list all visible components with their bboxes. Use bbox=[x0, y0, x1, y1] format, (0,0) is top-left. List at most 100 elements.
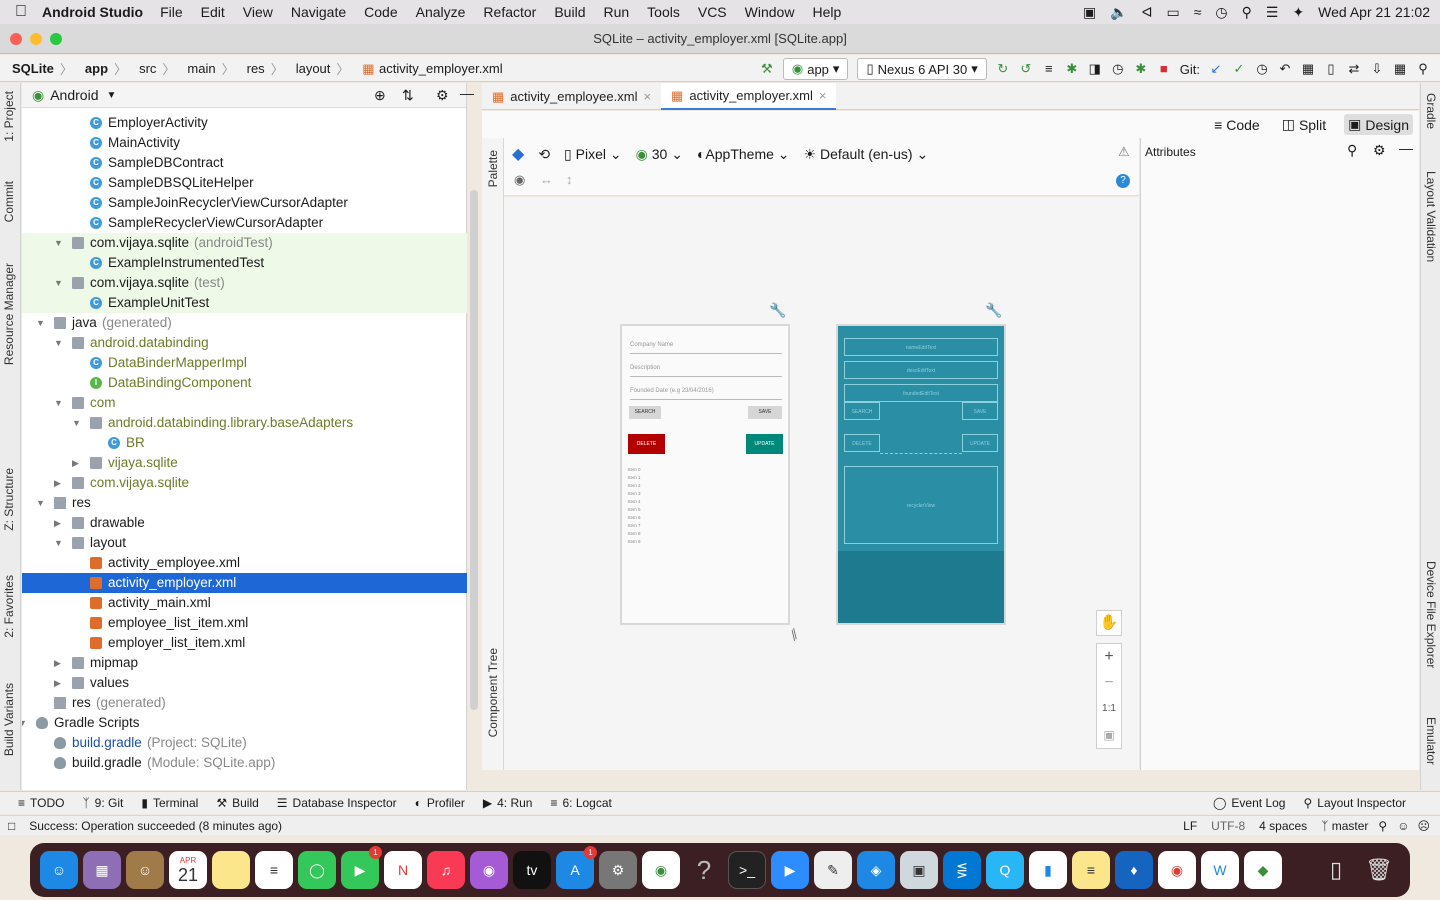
tree-row[interactable]: C DataBinderMapperImpl bbox=[22, 353, 467, 373]
podcasts-icon[interactable]: ◉ bbox=[470, 851, 508, 889]
wrench-icon[interactable]: 🔧 bbox=[985, 302, 1002, 319]
tab-activity-employer[interactable]: ▦ activity_employer.xml × bbox=[661, 83, 837, 110]
siri-icon[interactable]: ✦ bbox=[1292, 4, 1304, 21]
menu-edit[interactable]: Edit bbox=[201, 4, 225, 20]
expanded-arrow-icon[interactable]: ▼ bbox=[54, 393, 63, 413]
debug-icon[interactable]: ✱ bbox=[1065, 62, 1079, 76]
launchpad-icon[interactable]: ▦ bbox=[83, 851, 121, 889]
zoom-in-button[interactable]: + bbox=[1097, 644, 1121, 670]
apply-code-changes-icon[interactable]: ↺ bbox=[1019, 62, 1033, 76]
battery-icon[interactable]: ▭ bbox=[1166, 4, 1179, 21]
sad-face-icon[interactable]: ☹ bbox=[1417, 819, 1430, 833]
indent-setting[interactable]: 4 spaces bbox=[1259, 819, 1307, 833]
tree-row[interactable]: C BR bbox=[22, 433, 467, 453]
tool-build[interactable]: ⚒ Build bbox=[216, 796, 258, 810]
tree-row[interactable]: ▶ values bbox=[22, 673, 467, 693]
numbers-icon[interactable]: ▮ bbox=[1029, 851, 1067, 889]
tree-row[interactable]: res (generated) bbox=[22, 693, 467, 713]
menu-code[interactable]: Code bbox=[364, 4, 397, 20]
project-structure-icon[interactable]: ▦ bbox=[1301, 62, 1315, 76]
bp-search-button[interactable]: SEARCH bbox=[844, 402, 880, 420]
tool-build-variants[interactable]: Build Variants bbox=[2, 683, 16, 756]
run-config-select[interactable]: ◉ app ▾ bbox=[782, 58, 849, 80]
bluetooth-icon[interactable]: ᐊ bbox=[1142, 4, 1153, 21]
textedit-icon[interactable]: ✎ bbox=[814, 851, 852, 889]
status-square-icon[interactable]: □ bbox=[8, 819, 15, 833]
eye-icon[interactable]: ◉ bbox=[514, 172, 525, 188]
tree-row[interactable]: ▶ mipmap bbox=[22, 653, 467, 673]
collapse-all-icon[interactable]: ⇅ bbox=[402, 87, 414, 104]
zoom-actual-button[interactable]: 1:1 bbox=[1097, 696, 1121, 722]
git-history-icon[interactable]: ◷ bbox=[1255, 62, 1269, 76]
tool-database-inspector[interactable]: ☰ Database Inspector bbox=[277, 796, 397, 810]
palette-tab[interactable]: Palette bbox=[486, 150, 500, 187]
collapsed-arrow-icon[interactable]: ▶ bbox=[54, 653, 61, 673]
line-separator[interactable]: LF bbox=[1183, 819, 1197, 833]
calendar-icon[interactable]: APR 21 bbox=[169, 851, 207, 889]
system-preferences-icon[interactable]: ⚙ bbox=[599, 851, 637, 889]
android-studio-running-icon[interactable]: ◆ bbox=[1244, 851, 1282, 889]
facetime-icon[interactable]: ▶ 1 bbox=[341, 846, 382, 889]
tool-layout-validation[interactable]: Layout Validation bbox=[1424, 171, 1438, 262]
collapsed-arrow-icon[interactable]: ▶ bbox=[54, 673, 61, 693]
tool-resource-manager[interactable]: Resource Manager bbox=[2, 263, 16, 365]
split-mode-button[interactable]: ◫ Split bbox=[1278, 114, 1330, 135]
delete-button[interactable]: DELETE bbox=[628, 434, 665, 454]
tree-row[interactable]: ▼ layout bbox=[22, 533, 467, 553]
bp-recycler-view[interactable]: recyclerView bbox=[844, 466, 998, 544]
expanded-arrow-icon[interactable]: ▼ bbox=[54, 333, 63, 353]
blueprint-preview[interactable]: nameEditText descEditText foundedEditTex… bbox=[836, 324, 1006, 625]
device-select[interactable]: ▯ Pixel ⌄ bbox=[564, 146, 622, 163]
menu-window[interactable]: Window bbox=[745, 4, 795, 20]
menu-tools[interactable]: Tools bbox=[647, 4, 680, 20]
layers-icon[interactable]: ◆ bbox=[512, 144, 524, 164]
tree-row[interactable]: activity_main.xml bbox=[22, 593, 467, 613]
bp-delete-button[interactable]: DELETE bbox=[844, 434, 880, 452]
stickies-icon[interactable]: ≡ bbox=[1072, 851, 1110, 889]
orientation-icon[interactable]: ⟲ bbox=[538, 146, 550, 163]
tree-row[interactable]: ▼ java (generated) bbox=[22, 313, 467, 333]
breadcrumb-module[interactable]: app bbox=[85, 61, 108, 76]
apply-changes-restart-icon[interactable]: ↻ bbox=[996, 62, 1010, 76]
tree-row[interactable]: employee_list_item.xml bbox=[22, 613, 467, 633]
android-studio-dock-icon[interactable]: ◉ bbox=[642, 851, 680, 889]
tree-row[interactable]: employer_list_item.xml bbox=[22, 633, 467, 653]
apple-tv-icon[interactable]: tv bbox=[513, 851, 551, 889]
tree-row[interactable]: ▼ com.vijaya.sqlite (test) bbox=[22, 273, 467, 293]
tool-layout-inspector[interactable]: ⚲ Layout Inspector bbox=[1303, 796, 1406, 810]
music-icon[interactable]: ♫ bbox=[427, 851, 465, 889]
reminders-icon[interactable]: ≡ bbox=[255, 851, 293, 889]
locate-icon[interactable]: ⊕ bbox=[374, 87, 386, 104]
tree-row[interactable]: ▶ com.vijaya.sqlite bbox=[22, 473, 467, 493]
zoom-icon[interactable]: ▶ bbox=[771, 851, 809, 889]
breadcrumb-src[interactable]: src bbox=[139, 61, 156, 76]
tool-event-log[interactable]: ◯ Event Log bbox=[1213, 796, 1285, 810]
wrench-icon[interactable]: 🔧 bbox=[769, 302, 786, 319]
expanded-arrow-icon[interactable]: ▼ bbox=[54, 533, 63, 553]
tool-git[interactable]: ᛉ 9: Git bbox=[82, 796, 123, 810]
gear-icon[interactable]: ⚙ bbox=[1373, 142, 1386, 159]
tool-favorites[interactable]: 2: Favorites bbox=[2, 575, 16, 638]
collapsed-arrow-icon[interactable]: ▶ bbox=[54, 473, 61, 493]
design-mode-button[interactable]: ▣ Design bbox=[1344, 114, 1413, 135]
tree-row[interactable]: activity_employee.xml bbox=[22, 553, 467, 573]
smiley-icon[interactable]: ☺ bbox=[1397, 819, 1409, 833]
volume-icon[interactable]: 🔈 bbox=[1110, 4, 1127, 21]
news-icon[interactable]: N bbox=[384, 851, 422, 889]
tool-profiler[interactable]: ◐ Profiler bbox=[415, 796, 465, 810]
time-machine-icon[interactable]: ◷ bbox=[1215, 4, 1227, 21]
tree-row[interactable]: C SampleDBContract bbox=[22, 153, 467, 173]
spotlight-icon[interactable]: ⚲ bbox=[1242, 4, 1252, 21]
avd-manager-icon[interactable]: ▯ bbox=[1324, 62, 1338, 76]
tree-row[interactable]: activity_employer.xml bbox=[22, 573, 467, 593]
word-icon[interactable]: W bbox=[1201, 851, 1239, 889]
tool-logcat[interactable]: ≡ 6: Logcat bbox=[550, 796, 611, 810]
expanded-arrow-icon[interactable]: ▼ bbox=[54, 233, 63, 253]
bp-name-field[interactable]: nameEditText bbox=[844, 338, 998, 356]
tree-row[interactable]: C ExampleUnitTest bbox=[22, 293, 467, 313]
tree-row[interactable]: build.gradle (Module: SQLite.app) bbox=[22, 753, 467, 773]
tree-row[interactable]: C SampleRecyclerViewCursorAdapter bbox=[22, 213, 467, 233]
tree-row[interactable]: C MainActivity bbox=[22, 133, 467, 153]
update-button[interactable]: UPDATE bbox=[746, 434, 783, 454]
search-icon[interactable]: ⚲ bbox=[1347, 142, 1357, 159]
